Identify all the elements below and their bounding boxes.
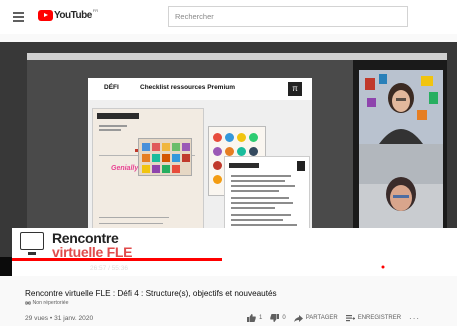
progress-bar[interactable] bbox=[12, 258, 445, 261]
video-title: Rencontre virtuelle FLE : Défi 4 : Struc… bbox=[25, 289, 277, 298]
video-actions: 1 0 PARTAGER ENREGISTRER ··· bbox=[247, 313, 420, 323]
tv-icon bbox=[20, 232, 44, 255]
share-button[interactable]: PARTAGER bbox=[293, 314, 338, 322]
more-actions-icon[interactable]: ··· bbox=[409, 314, 420, 323]
volume-icon[interactable] bbox=[74, 266, 85, 275]
play-logo-icon bbox=[38, 10, 53, 21]
video-frame: DÉFI Checklist ressources Premium π Geni… bbox=[0, 42, 457, 257]
logo-text: YouTube bbox=[54, 10, 92, 21]
visibility-text: Non répertoriée bbox=[32, 300, 69, 306]
save-button[interactable]: ENREGISTRER bbox=[345, 314, 402, 322]
progress-fill bbox=[12, 258, 222, 261]
link-icon bbox=[25, 300, 31, 305]
genially-logo: Genially bbox=[111, 165, 139, 172]
time-display: 26:57 / 55:36 bbox=[90, 265, 128, 272]
logo-country: FR bbox=[92, 8, 99, 13]
like-button[interactable]: 1 bbox=[247, 314, 262, 322]
settings-icon[interactable] bbox=[375, 265, 385, 275]
thumbs-down-icon bbox=[270, 314, 280, 322]
share-icon bbox=[293, 314, 303, 322]
player-controls: 26:57 / 55:36 bbox=[0, 258, 457, 276]
participant-1-image bbox=[359, 70, 443, 144]
slide-header: DÉFI Checklist ressources Premium π bbox=[88, 78, 312, 100]
window-titlebar bbox=[27, 53, 447, 60]
webcam-panel bbox=[353, 60, 447, 252]
thumbs-up-icon bbox=[247, 314, 256, 322]
fullscreen-icon[interactable] bbox=[428, 266, 437, 275]
share-label: PARTAGER bbox=[305, 315, 338, 321]
video-meta: 29 vues • 31 janv. 2020 bbox=[25, 315, 94, 322]
video-player[interactable]: DÉFI Checklist ressources Premium π Geni… bbox=[0, 42, 457, 276]
subtitles-icon[interactable] bbox=[357, 266, 368, 274]
slide-tag: DÉFI bbox=[104, 84, 119, 91]
masthead: YouTube FR Rechercher bbox=[0, 0, 457, 34]
like-count: 1 bbox=[259, 315, 263, 321]
card-logo-icon bbox=[297, 161, 305, 171]
next-icon[interactable] bbox=[58, 266, 67, 275]
webcam-participant-1 bbox=[359, 70, 443, 144]
theater-mode-icon[interactable] bbox=[409, 266, 421, 274]
miniplayer-icon[interactable] bbox=[392, 266, 403, 274]
save-label: ENREGISTRER bbox=[357, 315, 402, 321]
slide-logo-icon: π bbox=[288, 82, 302, 96]
slide-title: Checklist ressources Premium bbox=[140, 84, 236, 91]
dislike-count: 0 bbox=[282, 315, 286, 321]
playlist-add-icon bbox=[345, 314, 355, 321]
resource-card: Genially bbox=[92, 108, 204, 246]
play-icon[interactable] bbox=[38, 266, 46, 275]
dislike-button[interactable]: 0 bbox=[270, 314, 286, 322]
search-input[interactable]: Rechercher bbox=[168, 6, 408, 27]
visibility-label: Non répertoriée bbox=[25, 300, 69, 306]
youtube-logo[interactable]: YouTube FR bbox=[38, 8, 99, 21]
menu-icon[interactable] bbox=[13, 12, 24, 22]
thumbnail-grid bbox=[138, 138, 192, 176]
presentation-slide: DÉFI Checklist ressources Premium π Geni… bbox=[88, 78, 312, 246]
shared-screen: DÉFI Checklist ressources Premium π Geni… bbox=[27, 60, 353, 252]
